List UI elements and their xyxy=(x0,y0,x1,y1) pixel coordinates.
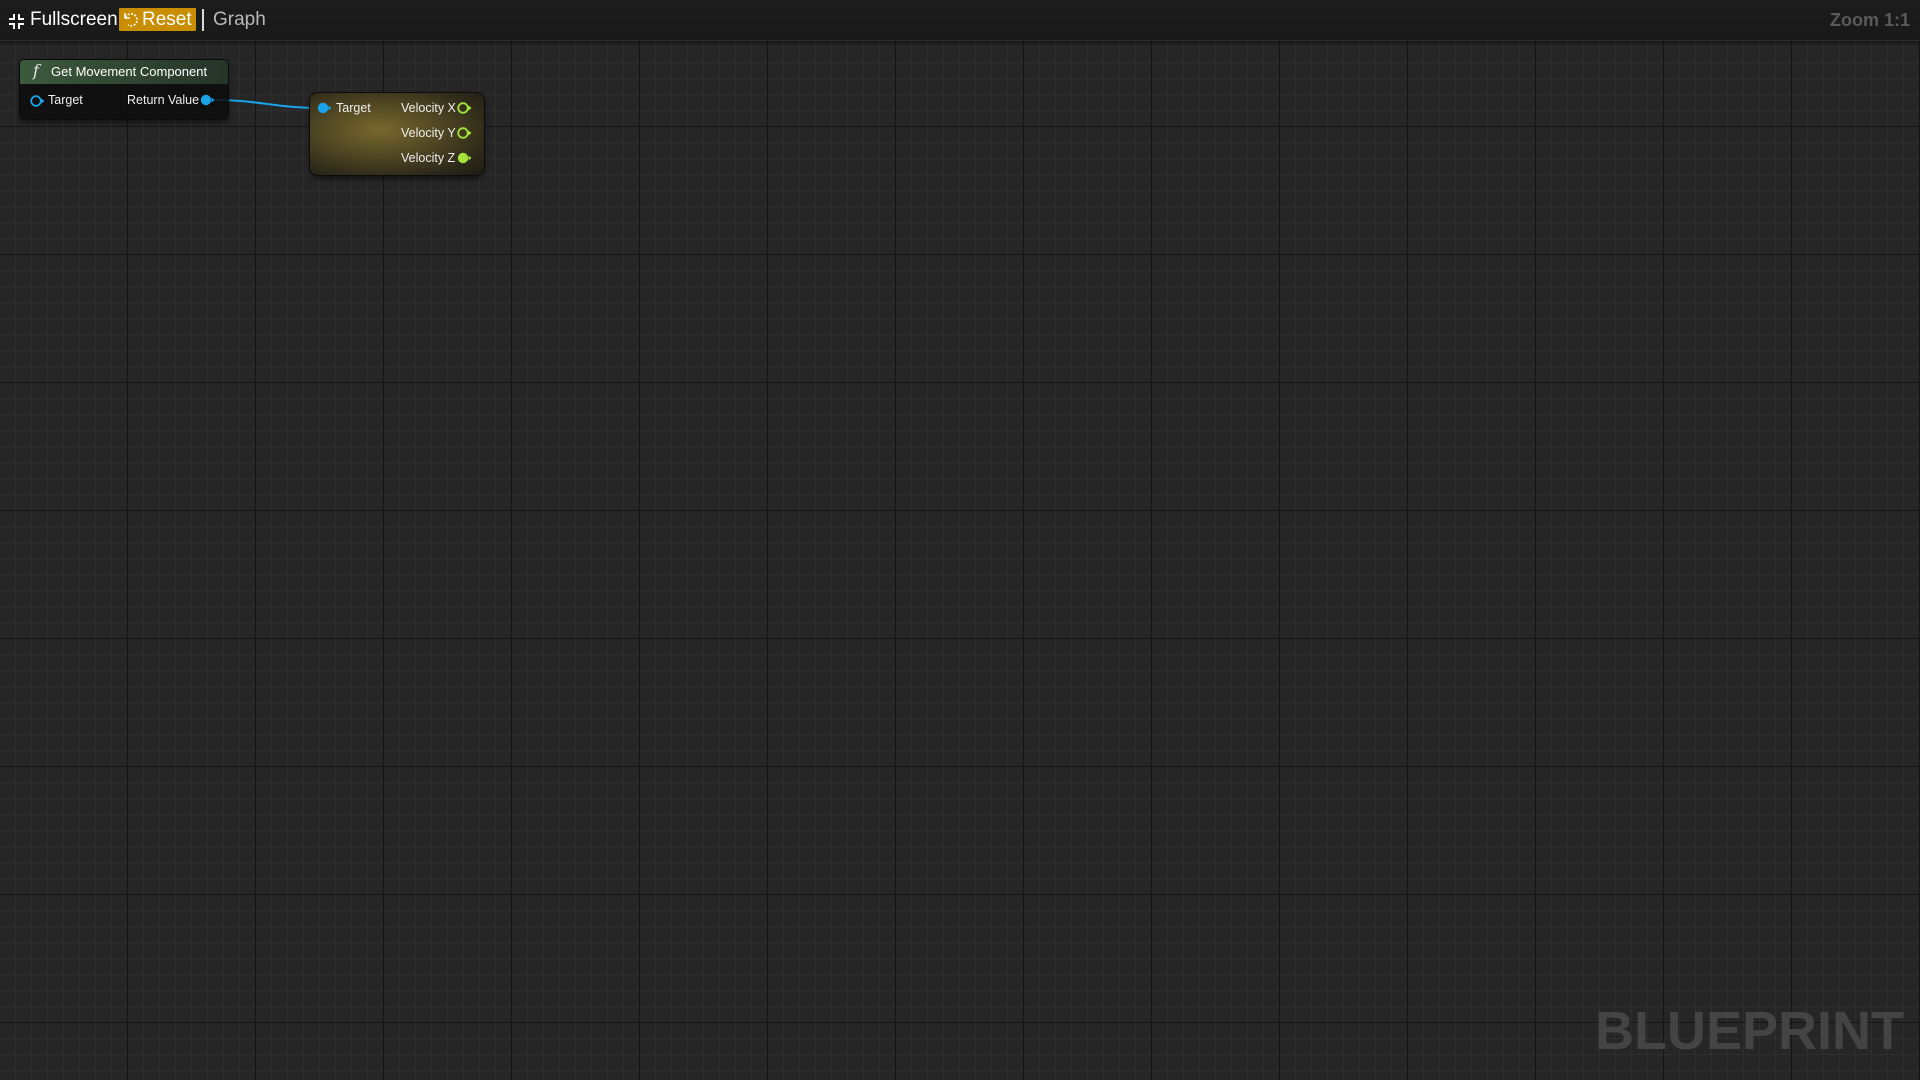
blueprint-watermark: BLUEPRINT xyxy=(1595,1001,1904,1061)
fullscreen-button[interactable]: Fullscreen xyxy=(9,8,118,32)
function-icon: f xyxy=(33,61,39,80)
node-header[interactable]: f Get Movement Component xyxy=(20,60,228,85)
get-movement-component-node[interactable]: f Get Movement Component Target Return V… xyxy=(20,60,228,119)
fullscreen-icon xyxy=(9,13,24,29)
zoom-level: Zoom 1:1 xyxy=(1829,10,1910,30)
reset-icon xyxy=(122,11,139,28)
target-input-pin[interactable] xyxy=(30,94,46,108)
target-input-pin[interactable] xyxy=(317,101,333,115)
return-value-output-pin[interactable] xyxy=(200,93,216,107)
toolbar: Fullscreen Reset Graph Zoom 1:1 xyxy=(0,0,1920,41)
reset-button[interactable]: Reset xyxy=(119,8,196,31)
velocity-z-pin-label: Velocity Z xyxy=(401,151,456,165)
velocity-x-pin-label: Velocity X xyxy=(401,101,456,115)
target-pin-label: Target xyxy=(336,101,371,115)
break-velocity-node[interactable]: Target Velocity X Velocity Y Velocity Z xyxy=(310,93,484,175)
velocity-x-output-pin[interactable] xyxy=(457,101,473,115)
target-pin-label: Target xyxy=(48,93,83,107)
velocity-y-pin-label: Velocity Y xyxy=(401,126,456,140)
graph-canvas[interactable] xyxy=(0,0,1920,1080)
graph-title: Graph xyxy=(213,9,266,30)
fullscreen-label: Fullscreen xyxy=(30,9,118,30)
return-value-pin-label: Return Value xyxy=(127,93,200,107)
velocity-y-output-pin[interactable] xyxy=(457,126,473,140)
node-title: Get Movement Component xyxy=(51,64,208,79)
toolbar-separator xyxy=(202,9,204,31)
reset-label: Reset xyxy=(142,8,192,30)
velocity-z-output-pin[interactable] xyxy=(457,151,473,165)
